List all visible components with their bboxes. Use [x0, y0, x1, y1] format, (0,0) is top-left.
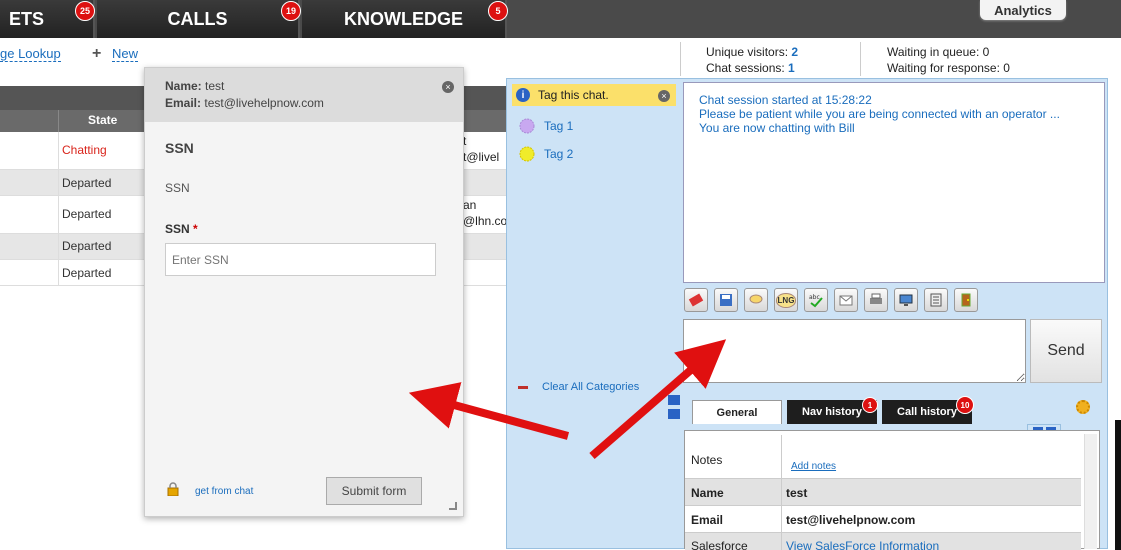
arrow-to-form: [408, 382, 570, 440]
arrow-to-input: [589, 339, 727, 460]
annotation-arrows: [408, 339, 727, 460]
